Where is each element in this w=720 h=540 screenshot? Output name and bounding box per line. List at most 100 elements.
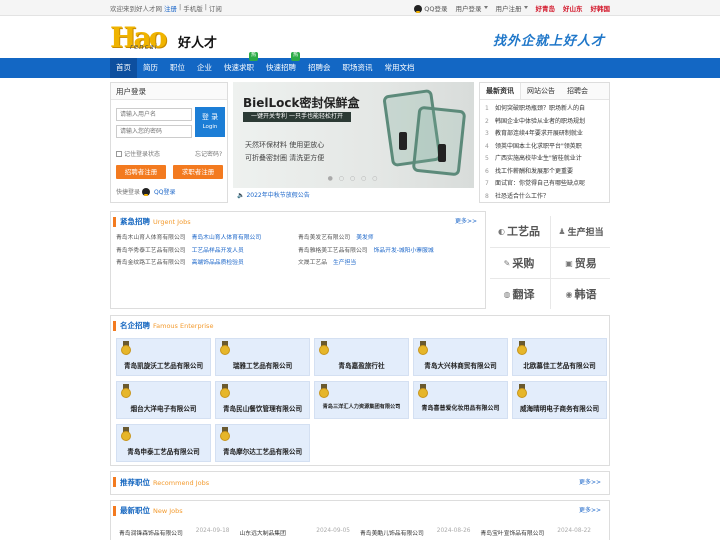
login-button[interactable]: 登 录 Login <box>195 107 225 137</box>
logo-sub: rencai <box>130 43 158 51</box>
section-title: 名企招聘 <box>120 321 150 330</box>
nav-item-quick-apply[interactable]: 快速求职热 <box>218 52 260 78</box>
job-listing[interactable]: 文晟工艺品 生产担当 <box>298 257 480 270</box>
news-item[interactable]: 1 如何突破职场瓶颈？职场新人的自 <box>485 103 604 116</box>
new-jobs-section: 最新职位 New Jobs 更多>> 青岛润锋森饰品有限公司 2024-09-18 … <box>110 500 610 540</box>
notice-bar[interactable]: 🔈 2022年中秋节放假公告 <box>233 189 474 202</box>
new-job-item[interactable]: 山东远大制品集团 2024-09-05 <box>240 528 361 537</box>
username-input[interactable] <box>116 108 192 121</box>
nav-item-job-fair[interactable]: 招聘会 <box>302 58 337 78</box>
category-crafts[interactable]: ◐ 工艺品 <box>490 216 548 246</box>
company-card[interactable]: 青岛大兴林商贸有限公司 <box>413 338 508 376</box>
login-panel: 用户登录 登 录 Login 记住登录状态 忘记密码? 招聘者注册 求职者注册 … <box>110 82 228 203</box>
news-item[interactable]: 6 找工作薪酬和发展那个更重要 <box>485 166 604 179</box>
mobile-link[interactable]: 手机版 <box>183 3 203 13</box>
header: Hao rencai 好人才 找外企就上好人才 <box>0 16 720 58</box>
more-link[interactable]: 更多>> <box>579 472 601 494</box>
banner-line-2: 可折叠密封圈 清洗更方便 <box>245 154 325 162</box>
more-link[interactable]: 更多>> <box>579 501 601 521</box>
nav-item-docs[interactable]: 常用文档 <box>379 58 421 78</box>
quick-qq-login-link[interactable]: QQ登录 <box>154 187 175 196</box>
password-input[interactable] <box>116 125 192 138</box>
new-job-item[interactable]: 青岛美酷儿饰品有限公司 2024-08-26 <box>360 528 481 537</box>
slogan: 找外企就上好人才 <box>492 34 605 49</box>
qq-login-link[interactable]: QQ登录 <box>414 3 448 13</box>
craft-icon: ◐ <box>498 226 505 236</box>
nav-item-companies[interactable]: 企业 <box>191 58 218 78</box>
medal-icon <box>517 341 527 355</box>
news-item[interactable]: 2 韩国企业中体验从业者的职场规划 <box>485 116 604 129</box>
user-login-dropdown[interactable]: 用户登录 <box>456 3 488 13</box>
job-listing[interactable]: 青岛雅格美工艺品有限公司 饰品开发-城阳小寨服城 <box>298 245 480 258</box>
welcome-area: 欢迎来到好人才网 注册 | 手机版 | 订阅 <box>110 3 222 13</box>
category-korean[interactable]: ◉ 韩语 <box>552 279 610 309</box>
employer-register-button[interactable]: 招聘者注册 <box>116 165 166 179</box>
subscribe-link[interactable]: 订阅 <box>209 3 222 13</box>
caret-down-icon <box>483 6 488 11</box>
user-register-dropdown[interactable]: 用户注册 <box>496 3 528 13</box>
remember-checkbox[interactable]: 记住登录状态 <box>116 149 160 158</box>
job-listing[interactable]: 青岛美发艺有限公司 美发师 <box>298 232 480 245</box>
forgot-password-link[interactable]: 忘记密码? <box>195 149 222 158</box>
company-card[interactable]: 青岛摩尔达工艺品有限公司 <box>215 424 310 462</box>
new-job-item[interactable]: 青岛润锋森饰品有限公司 2024-09-18 <box>119 528 240 537</box>
news-item[interactable]: 8 社恐适合什么工作？ <box>485 191 604 204</box>
company-card[interactable]: 瑞雅工艺品有限公司 <box>215 338 310 376</box>
category-purchasing[interactable]: ✎ 采购 <box>490 248 548 278</box>
site-logo[interactable]: Hao rencai 好人才 <box>110 24 222 54</box>
category-tiles: ◐ 工艺品 ♟ 生产担当 ✎ 采购 ▣ 贸易 ◍ 翻译 ◉ 韩语 <box>490 216 610 309</box>
hot-badge: 热 <box>249 52 258 61</box>
site-link-shandong[interactable]: 好山东 <box>563 3 583 13</box>
carousel-dots[interactable]: ● ○ ○ ○ ○ <box>233 175 474 182</box>
company-card[interactable]: 青岛凯旋沃工艺品有限公司 <box>116 338 211 376</box>
news-item[interactable]: 3 教育部连续4年要求开展研制就业 <box>485 128 604 141</box>
tab-latest-news[interactable]: 最新资讯 <box>480 83 521 99</box>
medal-icon <box>220 341 230 355</box>
person-icon: ♟ <box>558 226 566 236</box>
banner-title: BielLock密封保鲜盒 <box>243 96 360 110</box>
register-link[interactable]: 注册 <box>164 3 177 13</box>
job-listing[interactable]: 青岛木山育人体育有限公司 青岛木山育人体育有限公司 <box>116 232 298 245</box>
company-card[interactable]: 青岛民山餐饮管理有限公司 <box>215 381 310 419</box>
company-card[interactable]: 北欧慕佳工艺品有限公司 <box>512 338 607 376</box>
medal-icon <box>418 384 428 398</box>
company-card[interactable]: 青岛喜普爱化妆用品有限公司 <box>413 381 508 419</box>
job-listing[interactable]: 青岛华秀泰工艺品有限公司 工艺品样品开发人员 <box>116 245 298 258</box>
caret-down-icon <box>523 6 528 11</box>
chat-icon: ◉ <box>565 289 573 299</box>
company-card[interactable]: 青岛嘉盈旅行社 <box>314 338 409 376</box>
company-card[interactable]: 青岛三洋汇人力资源集团有限公司 <box>314 381 409 419</box>
medal-icon <box>220 384 230 398</box>
news-item[interactable]: 4 领英中国本土化求职平台"领英职 <box>485 141 604 154</box>
more-link[interactable]: 更多>> <box>455 212 477 232</box>
box-icon: ▣ <box>565 258 573 268</box>
nav-item-news[interactable]: 职场资讯 <box>337 58 379 78</box>
nav-item-jobs[interactable]: 职位 <box>164 58 191 78</box>
company-card[interactable]: 烟台大洋电子有限公司 <box>116 381 211 419</box>
tab-job-fair[interactable]: 招聘会 <box>561 83 594 99</box>
seeker-register-button[interactable]: 求职者注册 <box>173 165 223 179</box>
category-production[interactable]: ♟ 生产担当 <box>552 216 610 246</box>
news-item[interactable]: 7 面试官：你觉得自己有哪些缺点呢 <box>485 178 604 191</box>
category-trade[interactable]: ▣ 贸易 <box>552 248 610 278</box>
promo-banner[interactable]: BielLock密封保鲜盒 一键开关专利 一只手也能轻松打开 天然环保材料 使用… <box>233 82 474 188</box>
tab-announcements[interactable]: 网站公告 <box>521 83 561 99</box>
lock-clip <box>399 132 407 150</box>
famous-enterprise-section: 名企招聘 Famous Enterprise 青岛凯旋沃工艺品有限公司 瑞雅工艺品… <box>110 315 610 466</box>
job-listing[interactable]: 青岛金纹路工艺品有限公司 高端饰品品质检验员 <box>116 257 298 270</box>
nav-item-resume[interactable]: 简历 <box>137 58 164 78</box>
nav-item-quick-hire[interactable]: 快速招聘热 <box>260 52 302 78</box>
medal-icon <box>121 341 131 355</box>
urgent-jobs-section: 紧急招聘 Urgent Jobs 更多>> 青岛木山育人体育有限公司 青岛木山育人体… <box>110 211 486 309</box>
news-item[interactable]: 5 广西实施高校毕业生"留桂就业计 <box>485 153 604 166</box>
new-job-item[interactable]: 青岛宝叶宣饰品有限公司 2024-08-22 <box>481 528 602 537</box>
logo-cn: 好人才 <box>178 36 218 51</box>
company-card[interactable]: 威海晴明电子商务有限公司 <box>512 381 607 419</box>
category-translation[interactable]: ◍ 翻译 <box>490 279 548 309</box>
site-link-korea[interactable]: 好韩国 <box>591 3 611 13</box>
main-nav: 首页 简历 职位 企业 快速求职热 快速招聘热 招聘会 职场资讯 常用文档 <box>0 52 720 78</box>
company-card[interactable]: 青岛申泰工艺品有限公司 <box>116 424 211 462</box>
site-link-qingdao[interactable]: 好青岛 <box>536 3 556 13</box>
nav-item-home[interactable]: 首页 <box>110 58 137 78</box>
section-title: 推荐职位 <box>120 478 150 487</box>
